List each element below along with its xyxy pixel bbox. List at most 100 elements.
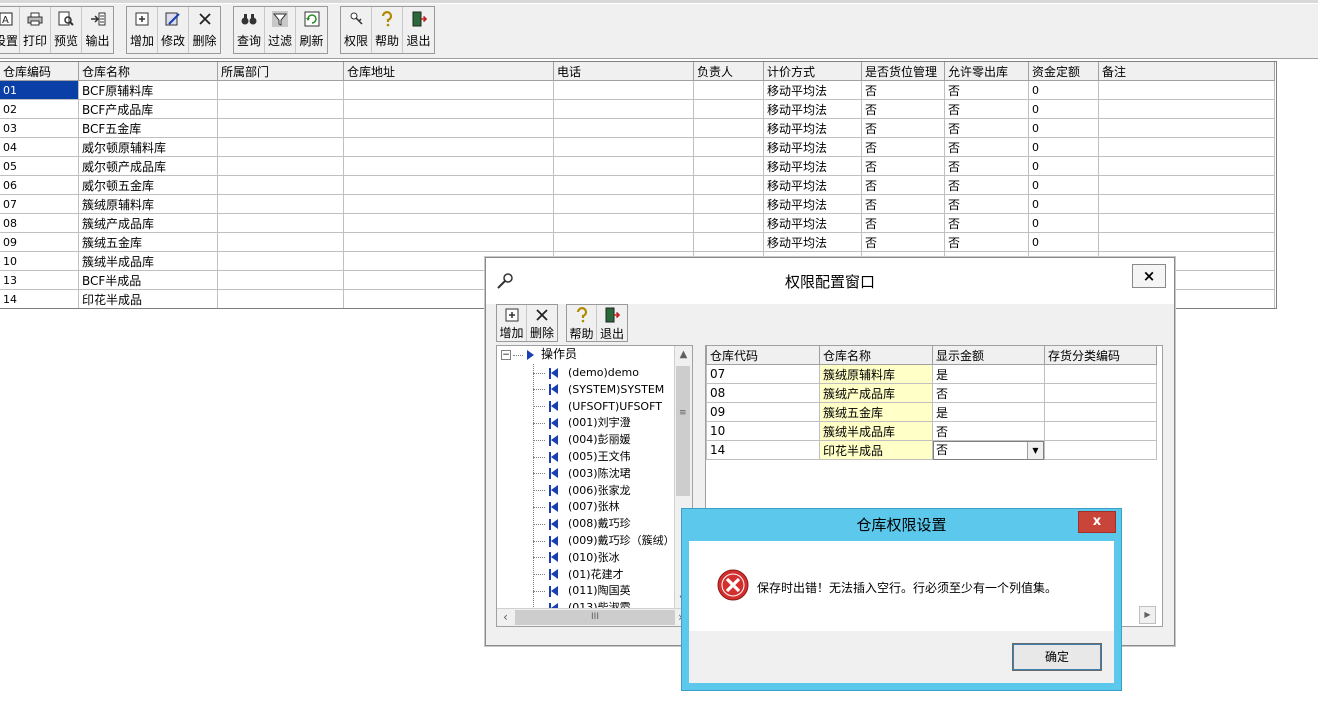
table-cell[interactable] — [553, 80, 694, 100]
table-cell[interactable]: 04 — [0, 137, 79, 157]
column-header[interactable]: 仓库代码 — [706, 346, 820, 365]
print-button[interactable]: 打印 — [20, 7, 51, 53]
scroll-thumb[interactable]: III — [515, 610, 675, 625]
table-cell[interactable]: 否 — [861, 99, 945, 119]
column-header[interactable]: 计价方式 — [763, 62, 862, 81]
tree-user-item[interactable]: (006)张家龙 — [533, 482, 631, 499]
table-cell[interactable] — [553, 99, 694, 119]
table-cell[interactable]: 08 — [0, 213, 79, 233]
show-amount-select[interactable]: 否 ▼ — [933, 440, 1044, 460]
table-cell[interactable] — [217, 270, 344, 290]
scroll-up-icon[interactable]: ▲ — [675, 346, 692, 363]
table-row[interactable]: 07 簇绒原辅料库是 — [706, 364, 1157, 384]
column-header[interactable]: 显示金额 — [932, 346, 1045, 365]
table-cell[interactable] — [343, 137, 554, 157]
table-cell[interactable] — [217, 213, 344, 233]
table-cell[interactable]: 07 — [706, 364, 820, 384]
table-cell[interactable]: 10 — [0, 251, 79, 271]
table-cell[interactable]: 移动平均法 — [763, 80, 862, 100]
table-cell[interactable] — [553, 194, 694, 214]
table-cell[interactable]: 否 — [944, 213, 1029, 233]
table-cell[interactable] — [343, 213, 554, 233]
table-cell[interactable]: 是 — [932, 364, 1045, 384]
table-cell[interactable]: 0 — [1028, 99, 1099, 119]
table-row[interactable]: 07 簇绒原辅料库 移动平均法否否 0 — [0, 194, 1275, 214]
table-cell[interactable] — [343, 156, 554, 176]
table-row[interactable]: 10 簇绒半成品库否 — [706, 421, 1157, 441]
table-cell[interactable]: 0 — [1028, 194, 1099, 214]
scroll-thumb[interactable] — [676, 366, 690, 496]
table-cell[interactable] — [217, 194, 344, 214]
column-header[interactable]: 仓库地址 — [343, 62, 554, 81]
table-cell[interactable]: 否 ▼ — [932, 440, 1045, 460]
table-cell[interactable]: 否 — [861, 175, 945, 195]
table-cell[interactable]: 簇绒产成品库 — [78, 213, 218, 233]
table-cell[interactable]: 是 — [932, 402, 1045, 422]
table-cell[interactable] — [1044, 383, 1157, 403]
column-header[interactable]: 仓库编码 — [0, 62, 79, 81]
tree-user-item[interactable]: (UFSOFT)UFSOFT — [533, 398, 662, 415]
table-row[interactable]: 02 BCF产成品库 移动平均法否否 0 — [0, 99, 1275, 119]
table-cell[interactable] — [553, 213, 694, 233]
table-cell[interactable] — [1098, 118, 1275, 138]
permission-window-close-button[interactable]: × — [1132, 264, 1166, 288]
tree-root-operators[interactable]: − 操作员 — [501, 346, 577, 363]
table-cell[interactable]: 0 — [1028, 213, 1099, 233]
table-cell[interactable]: 否 — [944, 156, 1029, 176]
table-cell[interactable] — [1044, 421, 1157, 441]
table-row[interactable]: 01 BCF原辅料库 移动平均法否否 0 — [0, 80, 1275, 100]
table-cell[interactable]: 威尔顿产成品库 — [78, 156, 218, 176]
table-cell[interactable] — [1098, 99, 1275, 119]
table-cell[interactable]: 簇绒产成品库 — [819, 383, 933, 403]
column-header[interactable]: 是否货位管理 — [861, 62, 945, 81]
column-header[interactable]: 存货分类编码 — [1044, 346, 1157, 365]
edit-button[interactable]: 修改 — [158, 7, 189, 53]
table-cell[interactable] — [217, 251, 344, 271]
tree-user-item[interactable]: (001)刘宇澄 — [533, 414, 631, 431]
table-cell[interactable] — [693, 194, 764, 214]
table-cell[interactable]: 否 — [944, 232, 1029, 252]
table-cell[interactable] — [217, 118, 344, 138]
table-cell[interactable]: 簇绒原辅料库 — [819, 364, 933, 384]
column-header[interactable]: 备注 — [1098, 62, 1275, 81]
table-cell[interactable] — [217, 156, 344, 176]
table-cell[interactable] — [693, 232, 764, 252]
table-cell[interactable]: 否 — [861, 156, 945, 176]
table-cell[interactable]: 0 — [1028, 232, 1099, 252]
table-cell[interactable]: 03 — [0, 118, 79, 138]
tree-user-item[interactable]: (005)王文伟 — [533, 448, 631, 465]
table-cell[interactable] — [343, 99, 554, 119]
perm-add-button[interactable]: 增加 — [497, 305, 527, 341]
table-cell[interactable]: 14 — [0, 289, 79, 308]
table-cell[interactable] — [343, 194, 554, 214]
table-cell[interactable]: 否 — [944, 137, 1029, 157]
table-cell[interactable]: 否 — [861, 118, 945, 138]
table-cell[interactable] — [693, 137, 764, 157]
column-header[interactable]: 允许零出库 — [944, 62, 1029, 81]
table-cell[interactable] — [1098, 194, 1275, 214]
table-cell[interactable]: 14 — [706, 440, 820, 460]
tree-user-item[interactable]: (01)花建才 — [533, 566, 624, 583]
column-header[interactable]: 所属部门 — [217, 62, 344, 81]
table-cell[interactable]: 0 — [1028, 137, 1099, 157]
table-cell[interactable] — [343, 175, 554, 195]
permission-window-titlebar[interactable]: 权限配置窗口 × — [486, 258, 1174, 304]
table-cell[interactable]: 印花半成品 — [78, 289, 218, 308]
table-cell[interactable]: 13 — [0, 270, 79, 290]
table-row[interactable]: 08 簇绒产成品库否 — [706, 383, 1157, 403]
table-cell[interactable]: 否 — [944, 194, 1029, 214]
delete-button[interactable]: 删除 — [189, 7, 220, 53]
table-cell[interactable]: 否 — [932, 421, 1045, 441]
table-cell[interactable] — [343, 80, 554, 100]
table-cell[interactable] — [217, 175, 344, 195]
table-cell[interactable]: 10 — [706, 421, 820, 441]
tree-user-item[interactable]: (004)彭丽媛 — [533, 431, 631, 448]
table-cell[interactable] — [343, 232, 554, 252]
table-cell[interactable] — [217, 137, 344, 157]
perm-help-button[interactable]: 帮助 — [567, 305, 597, 341]
filter-button[interactable]: 过滤 — [265, 7, 296, 53]
table-cell[interactable] — [217, 99, 344, 119]
perm-delete-button[interactable]: 删除 — [527, 305, 557, 341]
table-cell[interactable] — [1044, 364, 1157, 384]
table-cell[interactable]: 移动平均法 — [763, 137, 862, 157]
